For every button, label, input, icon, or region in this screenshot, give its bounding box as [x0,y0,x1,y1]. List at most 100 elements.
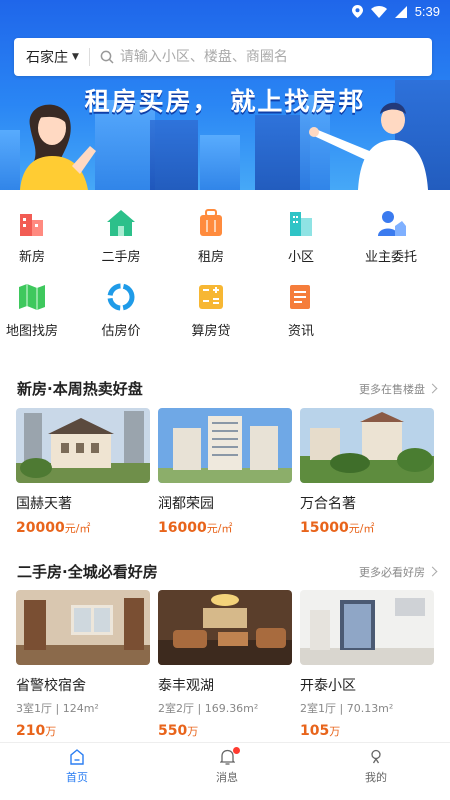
news-icon [290,285,310,309]
category-label: 新房 [18,250,45,265]
property-name: 省警校宿舍 [16,678,86,694]
city-selector[interactable]: 石家庄 ▼ [14,47,89,67]
property-price: 105万 [300,723,434,739]
category-label: 资讯 [287,324,314,339]
new-homes-title: 新房·本周热卖好盘 [17,380,143,398]
property-name: 万合名著 [300,496,356,512]
search-bar: 石家庄 ▼ [14,38,432,76]
category-label: 二手房 [101,250,141,265]
new-homes-header: 新房·本周热卖好盘 更多在售楼盘 [17,378,438,399]
search-input[interactable] [119,49,432,65]
property-meta: 2室1厅 | 70.13m² [300,702,394,715]
map-icon [19,284,45,310]
second-hand-icon [107,210,135,236]
owner-icon [378,211,406,236]
category-calculator[interactable]: 算房贷 [166,282,256,339]
property-price: 15000元/㎡ [300,520,434,536]
tab-label: 首页 [66,771,88,784]
category-label: 小区 [287,250,314,265]
valuation-icon [107,283,135,311]
price-unit: 万 [187,725,199,738]
more-label: 更多必看好房 [359,565,425,579]
property-name: 泰丰观湖 [158,678,214,694]
tab-profile[interactable]: 我的 [326,749,426,785]
divider [88,48,90,66]
category-new-house[interactable]: 新房 [0,208,77,265]
new-home-card[interactable]: 万合名著 15000元/㎡ [300,408,434,536]
price-value: 15000 [300,520,349,536]
hero-banner: 5:39 石家庄 ▼ 租房买房， 就上找房邦 [0,0,450,190]
price-value: 16000 [158,520,207,536]
property-photo [158,408,292,483]
city-label: 石家庄 [26,50,68,66]
second-hand-card[interactable]: 泰丰观湖 2室2厅 | 169.36m² 550万 [158,590,292,739]
more-second-hand-link[interactable]: 更多必看好房 [359,564,438,580]
chevron-right-icon [427,383,438,394]
second-hand-card[interactable]: 开泰小区 2室1厅 | 70.13m² 105万 [300,590,434,739]
home-icon [70,749,84,765]
bottom-tab-bar: 首页 消息 我的 [0,742,450,800]
new-house-icon [20,214,43,236]
price-unit: 万 [329,725,341,738]
location-icon [351,5,363,18]
signal-icon [394,5,407,18]
chevron-right-icon [427,566,438,577]
price-value: 210 [16,723,46,739]
community-icon [290,212,312,236]
property-photo [16,590,150,665]
property-meta: 3室1厅 | 124m² [16,702,99,715]
property-photo [300,408,434,483]
property-name: 润都荣园 [158,496,214,512]
property-meta: 2室2厅 | 169.36m² [158,702,259,715]
more-label: 更多在售楼盘 [359,382,425,396]
banner-building [200,135,240,190]
property-photo [16,408,150,483]
property-photo [158,590,292,665]
more-new-homes-link[interactable]: 更多在售楼盘 [359,381,438,397]
category-second-hand[interactable]: 二手房 [76,208,166,265]
category-label: 地图找房 [5,324,58,339]
category-map[interactable]: 地图找房 [0,282,77,339]
tab-label: 我的 [365,771,387,784]
property-photo [300,590,434,665]
category-community[interactable]: 小区 [256,208,346,265]
category-valuation[interactable]: 估房价 [76,282,166,339]
price-value: 20000 [16,520,65,536]
category-label: 估房价 [101,324,141,339]
new-home-card[interactable]: 润都荣园 16000元/㎡ [158,408,292,536]
tab-label: 消息 [216,771,238,784]
calculator-icon [199,285,223,309]
unread-badge [233,747,240,754]
status-time: 5:39 [414,4,440,19]
status-bar: 5:39 [0,0,450,24]
category-owner-entrust[interactable]: 业主委托 [346,208,436,265]
profile-icon [371,749,381,764]
tab-home[interactable]: 首页 [27,749,127,785]
property-price: 16000元/㎡ [158,520,292,536]
caret-down-icon: ▼ [72,52,79,62]
price-unit: 元/㎡ [348,522,375,535]
new-home-card[interactable]: 国赫天著 20000元/㎡ [16,408,150,536]
price-unit: 元/㎡ [206,522,233,535]
wifi-icon [370,5,387,18]
property-price: 210万 [16,723,150,739]
price-value: 550 [158,723,188,739]
property-price: 20000元/㎡ [16,520,150,536]
banner-slogan: 租房买房， 就上找房邦 [84,87,366,116]
tab-messages[interactable]: 消息 [177,747,277,785]
price-unit: 元/㎡ [64,522,91,535]
property-price: 550万 [158,723,292,739]
category-rent[interactable]: 租房 [166,208,256,265]
search-icon [100,50,114,64]
category-label: 租房 [197,250,224,265]
second-hand-card[interactable]: 省警校宿舍 3室1厅 | 124m² 210万 [16,590,150,739]
price-unit: 万 [45,725,57,738]
category-news[interactable]: 资讯 [256,282,346,339]
rent-icon [200,209,222,236]
property-name: 国赫天著 [16,496,72,512]
second-hand-header: 二手房·全城必看好房 更多必看好房 [17,561,438,582]
property-name: 开泰小区 [300,678,356,694]
price-value: 105 [300,723,330,739]
banner-building [150,120,198,190]
category-label: 业主委托 [364,250,417,265]
